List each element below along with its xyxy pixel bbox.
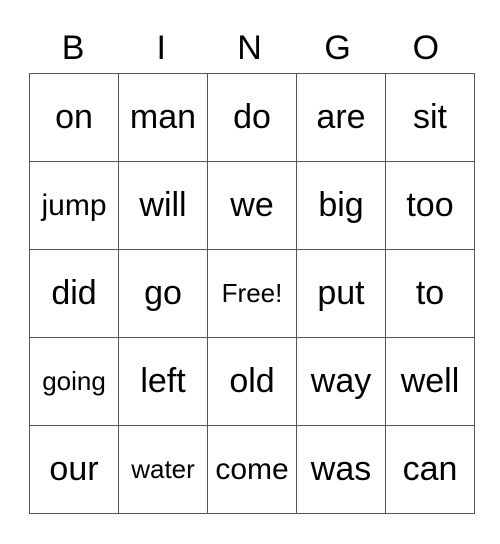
bingo-cell[interactable]: put xyxy=(296,249,386,338)
header-letter-n: N xyxy=(237,29,262,67)
bingo-cell[interactable]: our xyxy=(29,425,119,514)
bingo-row: did go Free! put to xyxy=(29,249,475,338)
bingo-row: our water come was can xyxy=(29,425,475,514)
bingo-cell[interactable]: come xyxy=(207,425,297,514)
bingo-row: going left old way well xyxy=(29,337,475,426)
header-letter-g: G xyxy=(324,29,351,67)
bingo-cell[interactable]: way xyxy=(296,337,386,426)
bingo-header: B I N G O xyxy=(29,26,470,70)
bingo-cell[interactable]: was xyxy=(296,425,386,514)
bingo-cell[interactable]: go xyxy=(118,249,208,338)
bingo-cell[interactable]: will xyxy=(118,161,208,250)
bingo-cell[interactable]: big xyxy=(296,161,386,250)
bingo-cell[interactable]: on xyxy=(29,73,119,162)
bingo-cell[interactable]: do xyxy=(207,73,297,162)
bingo-grid: on man do are sit jump will we big too did go Free! p… xyxy=(29,73,475,514)
bingo-cell[interactable]: we xyxy=(207,161,297,250)
bingo-cell[interactable]: man xyxy=(118,73,208,162)
header-letter-o: O xyxy=(412,29,440,67)
bingo-cell[interactable]: left xyxy=(118,337,208,426)
bingo-cell[interactable]: to xyxy=(385,249,475,338)
bingo-cell[interactable]: did xyxy=(29,249,119,338)
bingo-cell[interactable]: well xyxy=(385,337,475,426)
bingo-cell[interactable]: sit xyxy=(385,73,475,162)
bingo-row: jump will we big too xyxy=(29,161,475,250)
bingo-row: on man do are sit xyxy=(29,73,475,162)
bingo-cell[interactable]: jump xyxy=(29,161,119,250)
bingo-cell[interactable]: water xyxy=(118,425,208,514)
bingo-cell[interactable]: are xyxy=(296,73,386,162)
free-space-cell[interactable]: Free! xyxy=(207,249,297,338)
header-letter-i: I xyxy=(156,29,166,67)
bingo-cell[interactable]: can xyxy=(385,425,475,514)
bingo-cell[interactable]: going xyxy=(29,337,119,426)
bingo-cell[interactable]: too xyxy=(385,161,475,250)
bingo-cell[interactable]: old xyxy=(207,337,297,426)
header-letter-b: B xyxy=(61,29,85,67)
